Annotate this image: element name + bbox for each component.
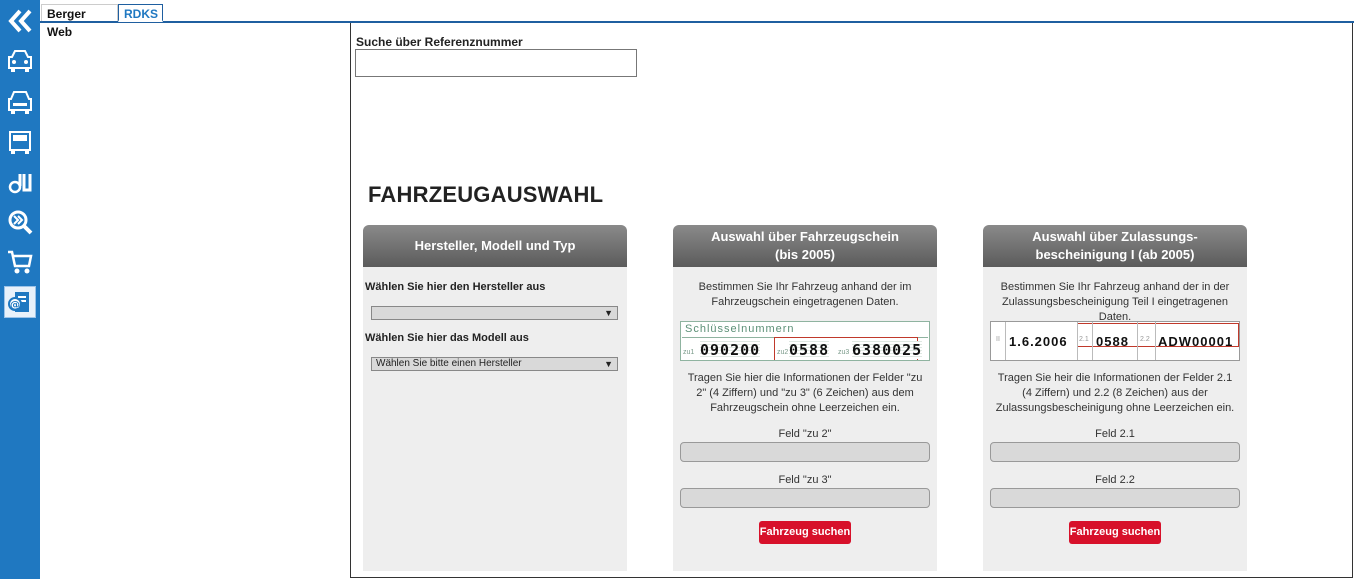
document-at-icon[interactable]: @ xyxy=(4,286,36,318)
field-zu2-label: Feld "zu 2" xyxy=(778,428,832,440)
zu3-value: 6380025 xyxy=(852,341,923,359)
zu3-label: zu3 xyxy=(838,349,850,356)
cart-icon[interactable] xyxy=(4,246,36,278)
left-sidebar: @ xyxy=(0,0,40,579)
panel-instructions: Tragen Sie heir die Informationen der Fe… xyxy=(995,372,1235,414)
dropdown-arrow-icon: ▼ xyxy=(604,359,613,369)
zulassungsbescheinigung-example-image: II 1.6.2006 2.1 0588 2.2 ADW00001 xyxy=(990,321,1240,361)
model-select[interactable]: Wählen Sie bitte einen Hersteller ▼ xyxy=(371,357,618,371)
zu2-label: zu2 xyxy=(777,349,789,356)
maker-label: Wählen Sie hier den Hersteller aus xyxy=(365,281,546,293)
panel-description: Bestimmen Sie Ihr Fahrzeug anhand der in… xyxy=(1000,281,1230,323)
reference-search-input[interactable] xyxy=(355,49,637,77)
panel-title: Auswahl über Zulassungs- bescheinigung I… xyxy=(983,225,1247,267)
model-label: Wählen Sie hier das Modell aus xyxy=(365,332,529,344)
doc-header: Schlüsselnummern xyxy=(685,323,795,335)
panel-manufacturer-model: Hersteller, Modell und Typ Wählen Sie hi… xyxy=(363,225,627,571)
van-icon[interactable] xyxy=(4,126,36,158)
field-2-1-label: 2.1 xyxy=(1079,336,1089,343)
tools-icon[interactable] xyxy=(4,166,36,198)
panel-title: Auswahl über Fahrzeugschein (bis 2005) xyxy=(673,225,937,267)
field-2-2-value: ADW00001 xyxy=(1158,333,1234,349)
panel-description: Bestimmen Sie Ihr Fahrzeug anhand der im… xyxy=(698,281,912,308)
roman-label: II xyxy=(996,336,1000,343)
maker-select[interactable]: ▼ xyxy=(371,306,618,320)
field-2-2-label: 2.2 xyxy=(1140,336,1150,343)
search-label: Suche über Referenznummer xyxy=(356,35,523,49)
search-vehicle-button[interactable]: Fahrzeug suchen xyxy=(1069,521,1161,544)
search-forward-icon[interactable] xyxy=(4,206,36,238)
panel-zulassungsbescheinigung: Auswahl über Zulassungs- bescheinigung I… xyxy=(983,225,1247,571)
search-vehicle-button[interactable]: Fahrzeug suchen xyxy=(759,521,851,544)
panel-fahrzeugschein: Auswahl über Fahrzeugschein (bis 2005) B… xyxy=(673,225,937,571)
zu2-value: 0588 xyxy=(789,341,830,359)
panel-instructions: Tragen Sie hier die Informationen der Fe… xyxy=(687,372,923,414)
field-2-2-input[interactable] xyxy=(990,488,1240,508)
page-title: FAHRZEUGAUSWAHL xyxy=(368,182,604,207)
zu1-label: zu1 xyxy=(683,349,695,356)
field-2-1-value: 0588 xyxy=(1096,333,1129,349)
car-front-icon[interactable] xyxy=(4,86,36,118)
tab-berger-web[interactable]: Berger Web xyxy=(41,4,118,39)
tab-bar xyxy=(40,0,1354,22)
field-2-2-label-text: Feld 2.2 xyxy=(1095,474,1135,486)
svg-text:@: @ xyxy=(10,300,20,311)
field-2-1-label-text: Feld 2.1 xyxy=(1095,428,1135,440)
field-2-1-input[interactable] xyxy=(990,442,1240,462)
dropdown-arrow-icon: ▼ xyxy=(604,308,613,318)
fahrzeugschein-example-image: Schlüsselnummern zu1 090200 zu2 0588 zu3… xyxy=(680,321,930,361)
field-zu3-input[interactable] xyxy=(680,488,930,508)
panel-title: Hersteller, Modell und Typ xyxy=(363,225,627,267)
model-select-value: Wählen Sie bitte einen Hersteller xyxy=(376,358,522,369)
tab-rdks[interactable]: RDKS xyxy=(118,4,163,22)
zu1-value: 090200 xyxy=(700,341,761,359)
date-value: 1.6.2006 xyxy=(1009,333,1068,349)
field-zu3-label: Feld "zu 3" xyxy=(778,474,832,486)
double-chevron-left-icon[interactable] xyxy=(4,5,36,37)
field-zu2-input[interactable] xyxy=(680,442,930,462)
car-icon[interactable] xyxy=(4,45,36,77)
